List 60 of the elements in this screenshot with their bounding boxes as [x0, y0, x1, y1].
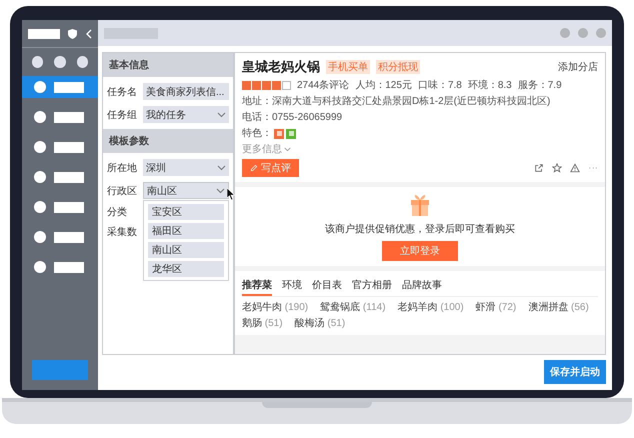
dish-item[interactable]: 鹅肠 (51) [242, 316, 283, 330]
dropdown-option[interactable]: 南山区 [148, 242, 224, 258]
chevron-down-icon [217, 164, 226, 170]
chevron-left-icon[interactable] [86, 28, 92, 38]
shop-stat: 口味：7.8 [418, 79, 462, 92]
select-field[interactable]: 深圳 [143, 159, 229, 176]
logo-placeholder [28, 28, 60, 38]
field-label: 任务名 [107, 86, 138, 98]
dropdown-option[interactable]: 龙华区 [148, 261, 224, 277]
field-label: 任务组 [107, 108, 138, 122]
nav-item[interactable] [22, 76, 98, 98]
shop-phone: 电话：0755-26065999 [242, 111, 344, 124]
circle-icon[interactable] [76, 56, 88, 68]
tab[interactable]: 推荐菜 [242, 276, 272, 296]
dish-item[interactable]: 鸳鸯锅底 (114) [320, 300, 386, 314]
field-label: 分类 [107, 206, 128, 219]
warning-icon[interactable] [570, 163, 580, 173]
window-dot-icon[interactable] [578, 28, 588, 38]
dish-item[interactable]: 老妈羊肉 (100) [398, 300, 464, 314]
section-title: 基本信息 [103, 53, 233, 77]
field-label: 采集数 [107, 226, 138, 239]
chevron-down-icon [284, 147, 291, 152]
field-label: 所在地 [107, 162, 138, 174]
add-branch-link[interactable]: 添加分店 [558, 60, 598, 74]
circle-icon[interactable] [32, 56, 44, 68]
shop-stat: 服务：7.9 [518, 79, 562, 92]
chevron-down-icon [216, 188, 225, 194]
dish-item[interactable]: 老妈牛肉 (190) [242, 300, 308, 314]
shield-icon [68, 28, 77, 38]
tab[interactable]: 品牌故事 [402, 276, 442, 296]
dish-item[interactable]: 酸梅汤 (51) [294, 316, 346, 330]
save-start-button[interactable]: 保存并启动 [544, 360, 606, 384]
window-dot-icon[interactable] [560, 28, 570, 38]
dropdown-option[interactable]: 福田区 [148, 223, 224, 239]
dish-item[interactable]: 虾滑 (72) [476, 300, 516, 314]
dish-item[interactable]: 澳洲拼盘 (56) [528, 300, 589, 314]
select-field[interactable]: 我的任务 [143, 106, 229, 123]
chevron-down-icon [217, 112, 226, 118]
input-field[interactable]: 美食商家列表信... [143, 83, 229, 100]
tab[interactable]: 价目表 [312, 276, 342, 296]
section-title: 模板参数 [103, 129, 233, 153]
dropdown-option[interactable]: 宝安区 [148, 204, 224, 220]
shop-address: 地址：深南大道与科技路交汇处鼎景园D栋1-2层(近巴顿坊科技园北区) [242, 95, 552, 108]
features-label: 特色： [242, 127, 272, 140]
shop-name: 皇城老妈火锅 [242, 58, 320, 76]
shop-tag: 积分抵现 [376, 60, 420, 74]
shop-tag: 手机买单 [326, 60, 370, 74]
shop-stat: 2744条评论 [297, 79, 350, 92]
window-dot-icon[interactable] [596, 28, 606, 38]
tab[interactable]: 官方相册 [352, 276, 392, 296]
field-label: 行政区 [107, 184, 138, 198]
shop-stat: 环境：8.3 [468, 79, 512, 92]
promo-text: 该商户提供促销优惠，登录后即可查看购买 [325, 223, 515, 236]
share-icon[interactable] [534, 163, 544, 173]
tab[interactable]: 环境 [282, 276, 302, 296]
circle-icon[interactable] [54, 56, 66, 68]
select-field[interactable]: 南山区 [143, 182, 229, 199]
pencil-icon [250, 164, 258, 172]
star-icon[interactable] [552, 163, 562, 173]
shop-stat: 人均：125元 [355, 79, 412, 92]
